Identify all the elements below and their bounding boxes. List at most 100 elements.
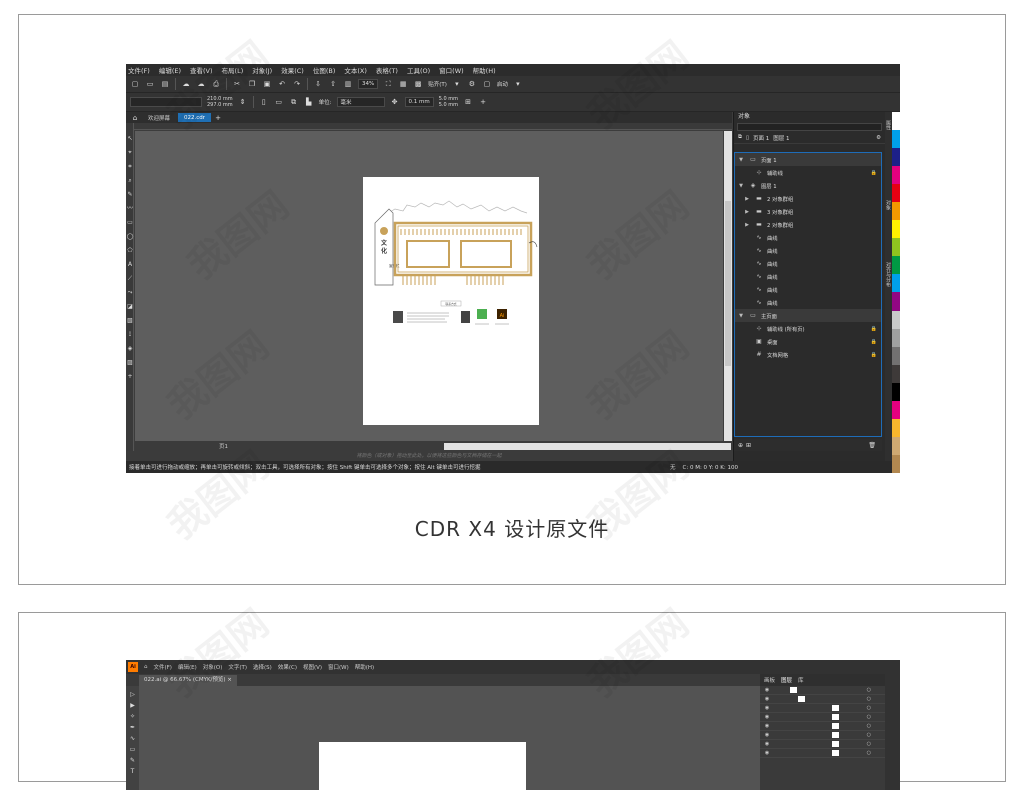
lock-icon[interactable]: 🔒	[871, 339, 877, 345]
menu-item[interactable]: 效果(C)	[281, 65, 304, 75]
palette-swatch[interactable]	[892, 148, 900, 167]
gear-icon[interactable]: ⚙	[467, 79, 477, 89]
layers-icon[interactable]: ⧉	[738, 134, 742, 141]
current-page-icon[interactable]: ▙	[304, 97, 314, 107]
paper-size-select[interactable]	[130, 97, 202, 107]
object-tree-row[interactable]: ∿ 曲线	[735, 296, 881, 309]
twisty-icon[interactable]: ▼	[737, 313, 745, 319]
cut-icon[interactable]: ✂	[232, 79, 242, 89]
units-select[interactable]: 毫米	[336, 97, 385, 107]
import-icon[interactable]: ⇩	[313, 79, 323, 89]
palette-swatch[interactable]	[892, 274, 900, 293]
object-tree-row[interactable]: ▣ 桌面 🔒	[735, 335, 881, 348]
layer-row[interactable]: ◉ ○	[760, 749, 885, 758]
palette-swatch[interactable]	[892, 346, 900, 365]
docker-search-field[interactable]	[737, 123, 882, 131]
target-icon[interactable]: ○	[867, 750, 871, 756]
palette-swatch[interactable]	[892, 310, 900, 329]
parallel-dimension-icon[interactable]: ⟋	[126, 275, 134, 283]
target-icon[interactable]: ○	[867, 741, 871, 747]
new-document-icon[interactable]: ▢	[130, 79, 140, 89]
menu-item[interactable]: 编辑(E)	[159, 65, 181, 75]
layer-row[interactable]: ◉ ○	[760, 695, 885, 704]
gear-icon[interactable]: ⚙	[876, 135, 881, 141]
menu-item[interactable]: 视图(V)	[303, 663, 322, 671]
side-tab-properties[interactable]: 属性	[885, 120, 892, 130]
duplicate-distance[interactable]: 5.0 mm 5.0 mm	[439, 96, 458, 108]
twisty-icon[interactable]: ▶	[743, 209, 751, 215]
object-tree-row[interactable]: ∿ 曲线	[735, 231, 881, 244]
pick-tool-icon[interactable]: ↖	[126, 135, 134, 143]
lock-icon[interactable]: 🔒	[871, 170, 877, 176]
duplicate-y-value[interactable]: 5.0 mm	[439, 102, 458, 108]
home-icon[interactable]: ⌂	[144, 664, 148, 670]
object-tree-row[interactable]: ⊹ 辅助线 (所有页) 🔒	[735, 322, 881, 335]
palette-swatch[interactable]	[892, 400, 900, 419]
connector-tool-icon[interactable]: ⤳	[126, 289, 134, 297]
object-tree-row[interactable]: ▶ ▬ 2 对象群组	[735, 192, 881, 205]
direct-selection-icon[interactable]: ▶	[128, 701, 137, 710]
menu-item[interactable]: 工具(O)	[407, 65, 430, 75]
drop-shadow-icon[interactable]: ◪	[126, 303, 134, 311]
open-icon[interactable]: ▭	[145, 79, 155, 89]
selection-tool-icon[interactable]: ▷	[128, 690, 137, 699]
eye-icon[interactable]: ◉	[762, 750, 772, 756]
portrait-icon[interactable]: ▯	[259, 97, 269, 107]
lock-icon[interactable]: 🔒	[871, 352, 877, 358]
menu-item[interactable]: 文本(X)	[344, 65, 367, 75]
menu-item[interactable]: 对象(O)	[203, 663, 223, 671]
twisty-icon[interactable]: ▶	[743, 222, 751, 228]
docker-layer-label[interactable]: 图层 1	[773, 134, 789, 142]
object-tree-row[interactable]: # 文档网格 🔒	[735, 348, 881, 361]
menu-item[interactable]: 位图(B)	[313, 65, 336, 75]
tab-document[interactable]: 022.cdr	[178, 113, 212, 122]
object-tree-row[interactable]: ∿ 曲线	[735, 270, 881, 283]
layer-row[interactable]: ◉ ○	[760, 731, 885, 740]
eye-icon[interactable]: ◉	[762, 696, 772, 702]
eyedropper-icon[interactable]: ⟟	[126, 331, 134, 339]
menu-item[interactable]: 表格(T)	[376, 65, 398, 75]
cloud-import-icon[interactable]: ☁	[181, 79, 191, 89]
menu-item[interactable]: 布局(L)	[222, 65, 244, 75]
launch-menu[interactable]: 启动	[497, 80, 508, 88]
object-tree-row[interactable]: ▼ ◈ 图层 1	[735, 179, 881, 192]
landscape-icon[interactable]: ▭	[274, 97, 284, 107]
object-tree-row[interactable]: ▼ ▭ 页面 1	[735, 153, 881, 166]
tab-welcome[interactable]: 欢迎屏幕	[142, 113, 177, 122]
palette-swatch[interactable]	[892, 292, 900, 311]
palette-swatch[interactable]	[892, 364, 900, 383]
tab-libraries[interactable]: 库	[798, 676, 804, 684]
tab-ai-document[interactable]: 022.ai @ 66.67% (CMYK/预览) ×	[139, 675, 237, 686]
ai-artboard[interactable]	[319, 742, 526, 790]
add-tool-icon[interactable]: +	[126, 373, 134, 381]
target-icon[interactable]: ○	[867, 687, 871, 693]
menu-item[interactable]: 效果(C)	[278, 663, 297, 671]
palette-swatch[interactable]	[892, 328, 900, 347]
ellipse-tool-icon[interactable]: ◯	[126, 233, 134, 241]
palette-swatch[interactable]	[892, 184, 900, 203]
object-tree-row[interactable]: ∿ 曲线	[735, 283, 881, 296]
palette-swatch[interactable]	[892, 166, 900, 185]
layer-row[interactable]: ◉ ○	[760, 740, 885, 749]
menu-item[interactable]: 帮助(H)	[355, 663, 374, 671]
scrollbar-thumb[interactable]	[725, 201, 731, 366]
text-tool-icon[interactable]: A	[126, 261, 134, 269]
palette-swatch[interactable]	[892, 220, 900, 239]
layer-row[interactable]: ◉ ○	[760, 686, 885, 695]
eye-icon[interactable]: ◉	[762, 723, 772, 729]
tab-layers[interactable]: 图层	[781, 676, 792, 684]
eye-icon[interactable]: ◉	[762, 741, 772, 747]
menu-item[interactable]: 选择(S)	[253, 663, 272, 671]
artistic-media-icon[interactable]: 〰	[126, 205, 134, 213]
chevron-down-icon[interactable]: ▾	[513, 79, 523, 89]
undo-icon[interactable]: ↶	[277, 79, 287, 89]
home-icon[interactable]: ⌂	[130, 113, 140, 123]
palette-swatch[interactable]	[892, 436, 900, 455]
target-icon[interactable]: ○	[867, 723, 871, 729]
twisty-icon[interactable]: ▶	[743, 196, 751, 202]
target-icon[interactable]: ○	[867, 696, 871, 702]
copy-icon[interactable]: ❐	[247, 79, 257, 89]
crop-icon[interactable]: ⊞	[463, 97, 473, 107]
drawing-workspace[interactable]: 文 化 宣传栏 联系方式 Ai	[135, 131, 723, 441]
polygon-tool-icon[interactable]: ⬠	[126, 247, 134, 255]
